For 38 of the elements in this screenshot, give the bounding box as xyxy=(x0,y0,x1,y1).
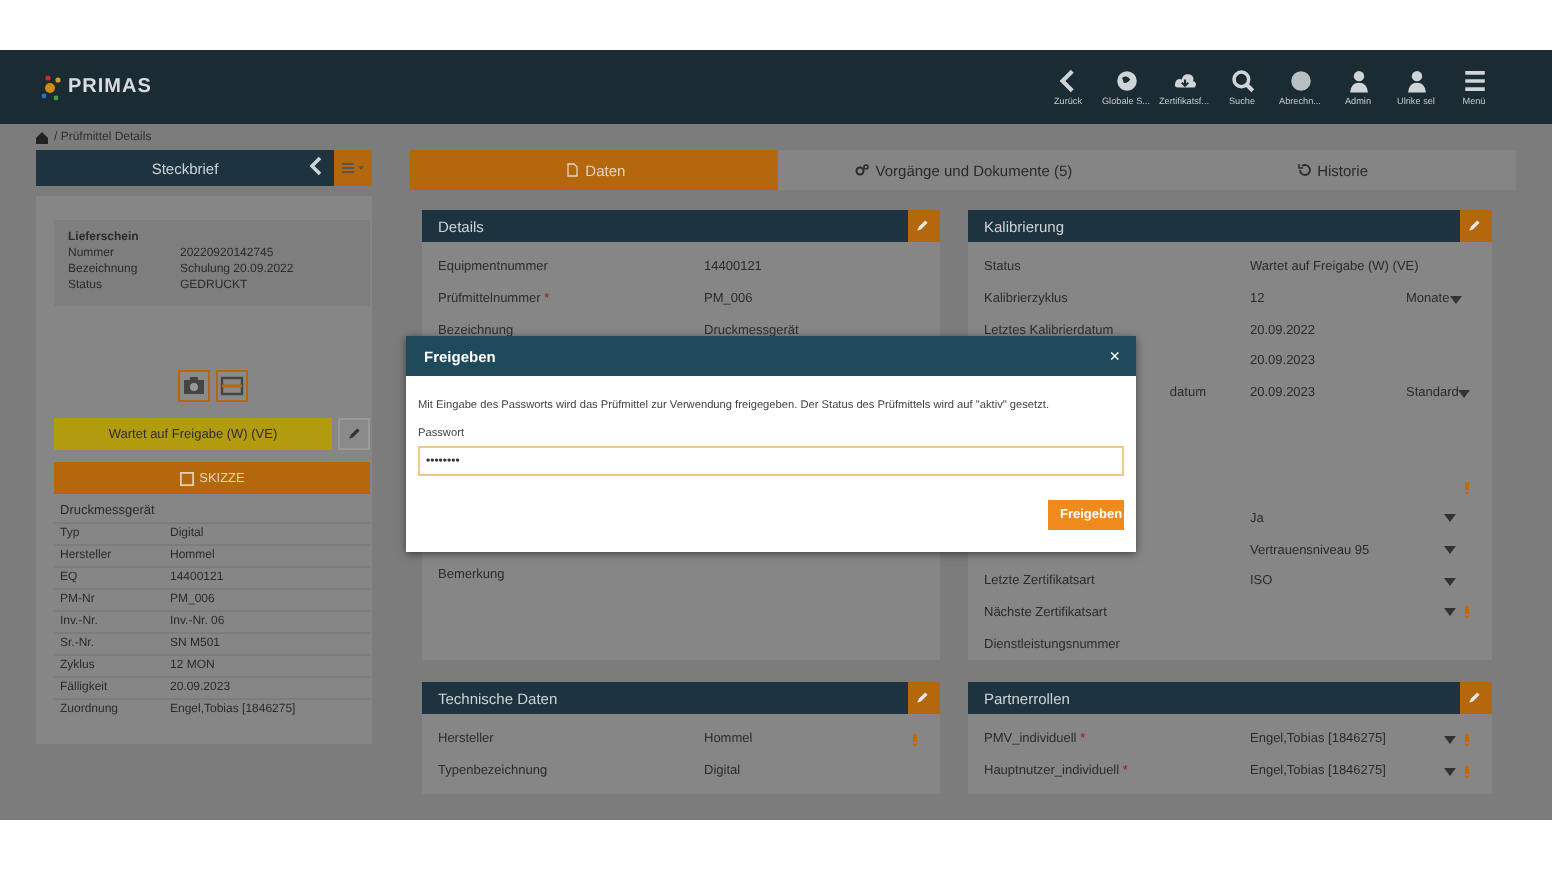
edit-button[interactable] xyxy=(1460,682,1492,714)
collapse-button[interactable] xyxy=(308,156,324,180)
dropdown-caret-icon[interactable] xyxy=(1444,608,1456,617)
pencil-icon xyxy=(1466,218,1482,234)
edit-button[interactable] xyxy=(908,210,940,242)
pencil-icon xyxy=(1466,690,1482,706)
home-icon[interactable] xyxy=(36,131,48,143)
logo-dots-icon xyxy=(40,73,64,101)
person-icon xyxy=(1345,68,1371,94)
close-button[interactable]: × xyxy=(1105,346,1124,366)
edit-button[interactable] xyxy=(908,682,940,714)
dropdown-caret-icon[interactable] xyxy=(1458,389,1471,398)
person-icon xyxy=(1403,68,1429,94)
dropdown-caret-icon[interactable] xyxy=(1444,767,1456,776)
pencil-icon xyxy=(914,690,930,706)
circle-icon xyxy=(1287,68,1313,94)
search-icon xyxy=(1229,68,1255,94)
logo-text: PRIMAS xyxy=(68,76,152,98)
camera-icon xyxy=(181,374,205,398)
menu-icon xyxy=(1461,68,1487,94)
list-caret-icon xyxy=(342,162,364,174)
globe-icon xyxy=(1113,68,1139,94)
dropdown-caret-icon[interactable] xyxy=(1449,295,1462,304)
history-icon xyxy=(1295,162,1312,178)
dropdown-caret-icon[interactable] xyxy=(1444,514,1456,523)
edit-button[interactable] xyxy=(338,418,370,450)
dropdown-caret-icon[interactable] xyxy=(1444,735,1456,744)
dropdown-caret-icon[interactable] xyxy=(1444,577,1456,586)
cloud-download-icon xyxy=(1171,68,1197,94)
image-button[interactable] xyxy=(215,370,247,402)
chevron-left-icon xyxy=(310,156,322,176)
pencil-icon xyxy=(346,426,362,442)
edit-button[interactable] xyxy=(1460,210,1492,242)
pencil-icon xyxy=(914,218,930,234)
camera-button[interactable] xyxy=(177,370,209,402)
image-icon xyxy=(219,374,243,398)
gear-icon xyxy=(853,162,870,178)
dropdown-caret-icon[interactable] xyxy=(1444,546,1456,555)
